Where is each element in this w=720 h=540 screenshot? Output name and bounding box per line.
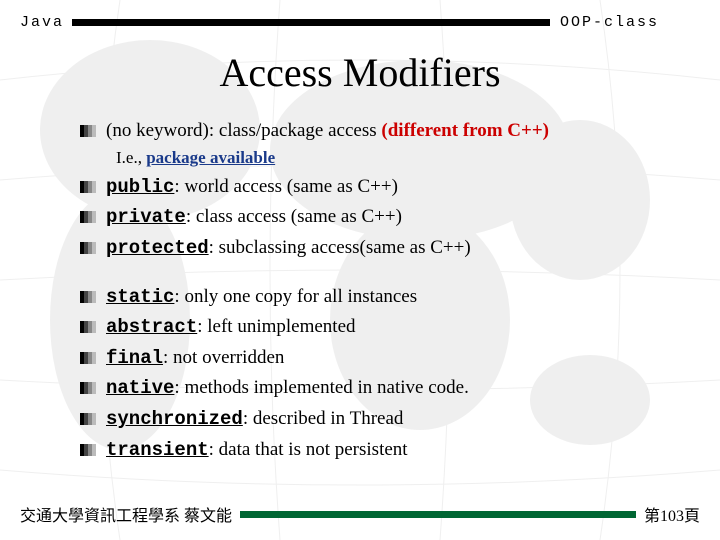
bullet-icon: [80, 321, 96, 333]
keyword: native: [106, 377, 174, 399]
list-item: transient: data that is not persistent: [80, 437, 700, 464]
keyword: protected: [106, 237, 209, 259]
keyword: synchronized: [106, 408, 243, 430]
item-text: : class access (same as C++): [186, 206, 402, 227]
list-item: public: world access (same as C++): [80, 174, 700, 201]
item-emphasis: (different from C++): [381, 120, 549, 141]
item-text: (no keyword): class/package access: [106, 120, 381, 141]
item-text: : subclassing access(same as C++): [209, 237, 471, 258]
list-item: private: class access (same as C++): [80, 204, 700, 231]
header-bar: Java OOP-class: [0, 0, 720, 31]
item-text: : methods implemented in native code.: [174, 377, 468, 398]
header-right: OOP-class: [550, 14, 700, 31]
list-item: native: methods implemented in native co…: [80, 375, 700, 402]
keyword: final: [106, 347, 163, 369]
list-item: protected: subclassing access(same as C+…: [80, 235, 700, 262]
header-rule: [72, 19, 550, 26]
keyword: abstract: [106, 316, 197, 338]
list-item: abstract: left unimplemented: [80, 314, 700, 341]
bullet-icon: [80, 125, 96, 137]
keyword: transient: [106, 439, 209, 461]
item-text: : world access (same as C++): [174, 176, 398, 197]
footer-rule: [240, 511, 636, 518]
bullet-icon: [80, 352, 96, 364]
list-item: synchronized: described in Thread: [80, 406, 700, 433]
bullet-list: (no keyword): class/package access (diff…: [0, 118, 720, 463]
bullet-icon: [80, 211, 96, 223]
bullet-icon: [80, 181, 96, 193]
page-title: Access Modifiers: [0, 49, 720, 96]
bullet-icon: [80, 382, 96, 394]
bullet-icon: [80, 291, 96, 303]
item-text: : left unimplemented: [197, 316, 355, 337]
bullet-icon: [80, 413, 96, 425]
keyword: private: [106, 206, 186, 228]
header-left: Java: [20, 14, 72, 31]
footer-left: 交通大學資訊工程學系 蔡文能: [20, 502, 232, 526]
bullet-icon: [80, 444, 96, 456]
sub-item: I.e., package available: [116, 148, 700, 168]
item-text: : not overridden: [163, 347, 284, 368]
item-text: : only one copy for all instances: [174, 286, 417, 307]
list-item: static: only one copy for all instances: [80, 284, 700, 311]
keyword: static: [106, 286, 174, 308]
list-item: (no keyword): class/package access (diff…: [80, 118, 700, 144]
footer-bar: 交通大學資訊工程學系 蔡文能 第103頁: [0, 502, 720, 526]
page-number: 第103頁: [644, 502, 700, 526]
sub-emphasis: package available: [146, 148, 275, 167]
item-text: : described in Thread: [243, 408, 404, 429]
bullet-icon: [80, 242, 96, 254]
item-text: : data that is not persistent: [209, 439, 408, 460]
keyword: public: [106, 176, 174, 198]
sub-text: I.e.,: [116, 148, 146, 167]
list-item: final: not overridden: [80, 345, 700, 372]
